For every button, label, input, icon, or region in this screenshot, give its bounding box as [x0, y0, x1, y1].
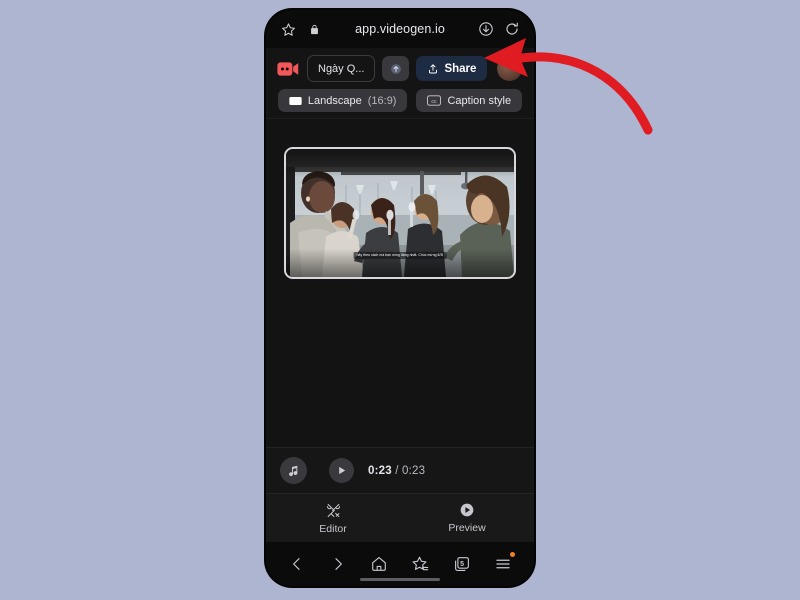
forward-icon[interactable]: [325, 551, 351, 577]
tab-preview[interactable]: Preview: [400, 494, 534, 542]
star-icon[interactable]: [278, 19, 298, 39]
tabs-icon[interactable]: 5: [449, 551, 475, 577]
share-button[interactable]: Share: [416, 56, 488, 81]
menu-notification-badge: [510, 552, 516, 557]
app-toolbar: Ngày Q... Share Landscape (16:9) cc Capt…: [266, 48, 534, 119]
back-icon[interactable]: [284, 551, 310, 577]
mode-tabs: Editor Preview: [266, 493, 534, 542]
reload-icon[interactable]: [502, 19, 522, 39]
tab-editor-label: Editor: [319, 522, 347, 535]
home-icon[interactable]: [366, 551, 392, 577]
toolbar-primary-row: Ngày Q... Share: [276, 55, 524, 82]
share-label: Share: [444, 62, 477, 75]
lock-icon: [304, 19, 324, 39]
caption-style-button[interactable]: cc Caption style: [416, 89, 523, 112]
landscape-icon: [289, 96, 302, 106]
time-display: 0:23 / 0:23: [368, 465, 425, 477]
toolbar-secondary-row: Landscape (16:9) cc Caption style: [276, 89, 524, 112]
aspect-ratio-value: (16:9): [367, 94, 397, 107]
svg-text:cc: cc: [432, 99, 438, 105]
menu-icon[interactable]: [490, 551, 516, 577]
time-separator: /: [395, 464, 399, 477]
canvas-area: hãy theo cách mà bạn xứng đáng nhất. Chú…: [266, 119, 534, 447]
bookmarks-icon[interactable]: [408, 551, 434, 577]
tab-count: 5: [460, 561, 464, 569]
current-time: 0:23: [368, 464, 392, 477]
project-title-label: Ngày Q...: [318, 62, 365, 75]
tab-editor[interactable]: Editor: [266, 494, 400, 542]
aspect-ratio-button[interactable]: Landscape (16:9): [277, 89, 408, 112]
url-text[interactable]: app.videogen.io: [330, 22, 470, 36]
aspect-ratio-label: Landscape: [307, 94, 362, 107]
tab-preview-label: Preview: [448, 522, 486, 534]
play-circle-icon: [459, 502, 475, 518]
caption-style-label: Caption style: [447, 94, 512, 107]
video-preview[interactable]: hãy theo cách mà bạn xứng đáng nhất. Chú…: [284, 147, 516, 279]
avatar[interactable]: [497, 56, 523, 81]
browser-nav-bar: 5: [266, 542, 534, 586]
home-indicator: [360, 578, 440, 581]
player-bar: 0:23 / 0:23: [266, 447, 534, 493]
upgrade-button[interactable]: [382, 56, 410, 81]
upload-icon: [427, 63, 439, 75]
total-time: 0:23: [402, 464, 426, 477]
closed-caption-icon: cc: [427, 95, 442, 106]
play-button[interactable]: [329, 458, 354, 483]
tools-icon: [325, 502, 342, 519]
phone-screen: app.videogen.io Ngày Q... Share Landscap…: [266, 10, 534, 586]
phone-frame: app.videogen.io Ngày Q... Share Landscap…: [266, 10, 534, 586]
download-icon[interactable]: [476, 19, 496, 39]
video-camera-icon[interactable]: [276, 57, 300, 81]
project-title-button[interactable]: Ngày Q...: [307, 55, 376, 82]
music-button[interactable]: [280, 457, 307, 484]
browser-url-bar: app.videogen.io: [266, 10, 534, 48]
video-caption: hãy theo cách mà bạn xứng đáng nhất. Chú…: [353, 251, 447, 259]
